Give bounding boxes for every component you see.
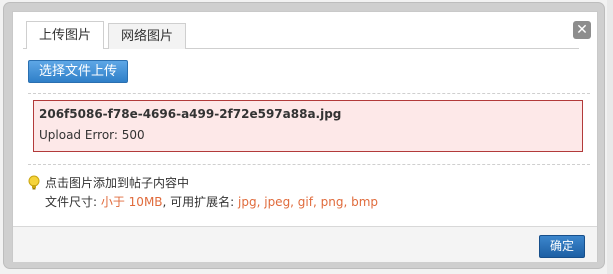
hint-file-limits: 文件尺寸: 小于 10MB, 可用扩展名: jpg, jpeg, gif, pn… bbox=[45, 193, 378, 210]
select-file-upload-button[interactable]: 选择文件上传 bbox=[28, 60, 128, 83]
upload-error-item: 206f5086-f78e-4696-a499-2f72e597a88a.jpg… bbox=[33, 100, 583, 152]
hint-ext-label: , 可用扩展名: bbox=[162, 195, 239, 209]
upload-hints: 点击图片添加到帖子内容中 文件尺寸: 小于 10MB, 可用扩展名: jpg, … bbox=[28, 172, 588, 212]
close-button[interactable]: ✕ bbox=[573, 21, 591, 39]
tab-upload-image[interactable]: 上传图片 bbox=[26, 21, 105, 49]
hint-ext-value: jpg, jpeg, gif, png, bmp bbox=[238, 195, 379, 209]
dialog-tabs: 上传图片 网络图片 bbox=[26, 21, 190, 49]
upload-image-dialog: 上传图片 网络图片 ✕ 选择文件上传 206f5086-f78e-4696-a4… bbox=[4, 3, 604, 268]
ok-button[interactable]: 确定 bbox=[539, 235, 585, 258]
dialog-footer: 确定 bbox=[13, 226, 597, 262]
dialog-content: 上传图片 网络图片 ✕ 选择文件上传 206f5086-f78e-4696-a4… bbox=[12, 11, 598, 262]
background-scroll-strip bbox=[607, 0, 613, 274]
close-icon: ✕ bbox=[576, 22, 588, 38]
lightbulb-icon bbox=[28, 175, 40, 190]
hint-size-label: 文件尺寸: bbox=[45, 195, 101, 209]
hint-click-to-insert: 点击图片添加到帖子内容中 bbox=[45, 176, 190, 190]
tab-web-image[interactable]: 网络图片 bbox=[108, 23, 187, 49]
upload-queue: 206f5086-f78e-4696-a499-2f72e597a88a.jpg… bbox=[28, 93, 590, 165]
hint-size-value: 小于 10MB bbox=[100, 195, 163, 209]
upload-error-message: Upload Error: 500 bbox=[39, 128, 145, 142]
upload-filename: 206f5086-f78e-4696-a499-2f72e597a88a.jpg bbox=[39, 107, 342, 121]
